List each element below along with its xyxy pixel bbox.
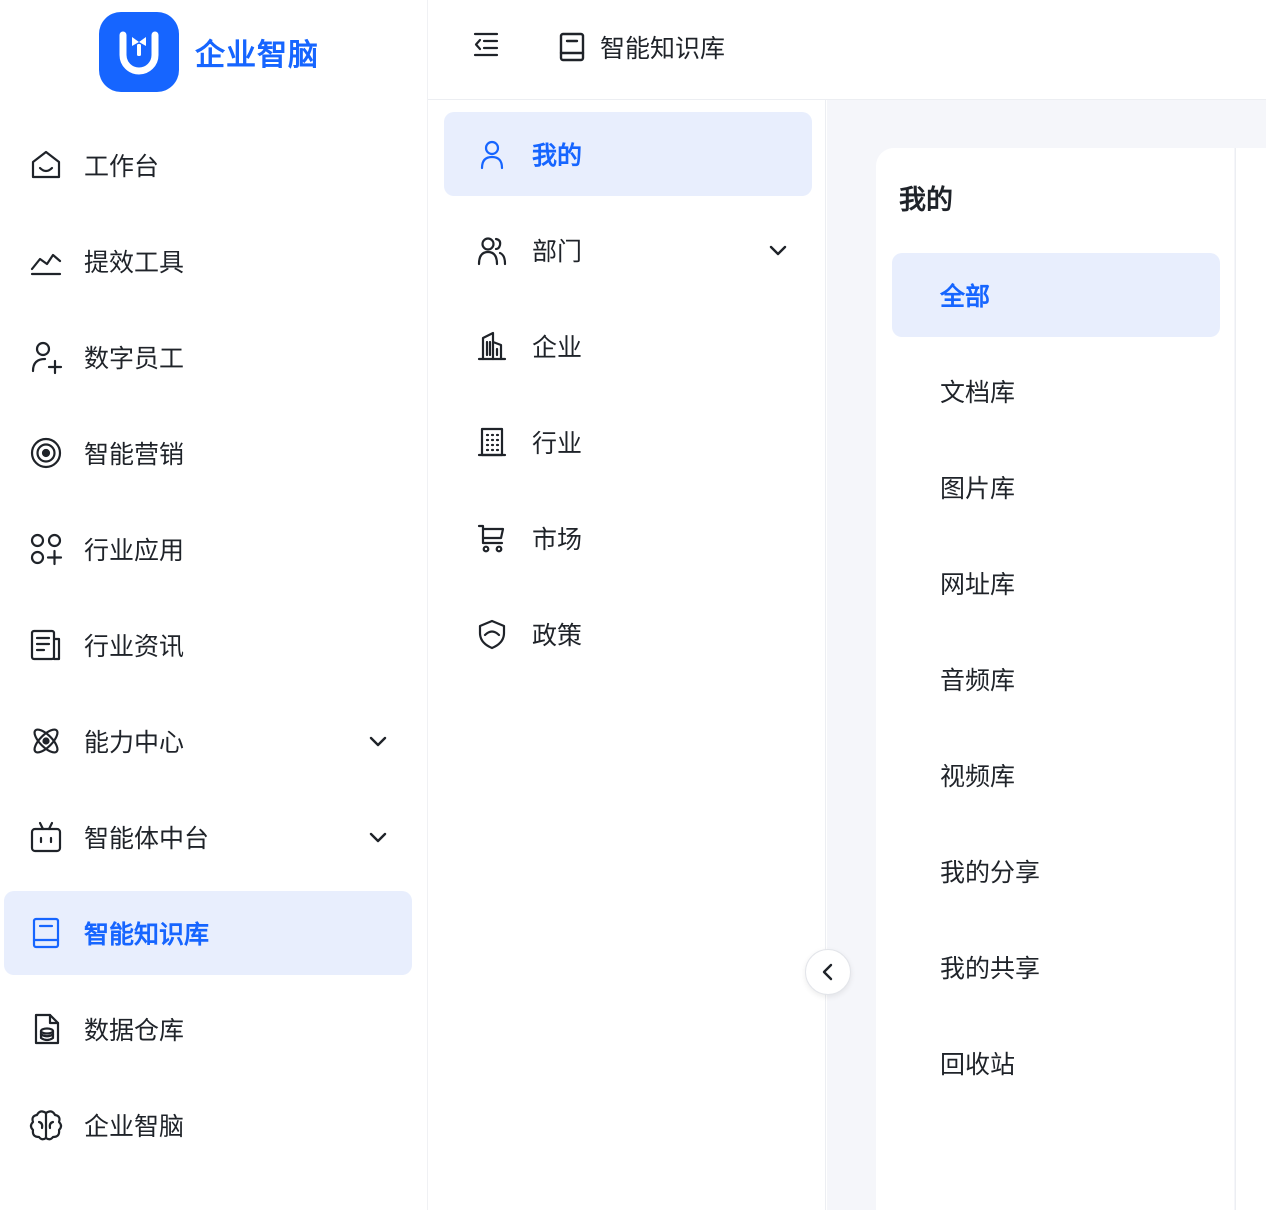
atom-icon xyxy=(28,723,64,759)
category-item-my-shares[interactable]: 我的分享 xyxy=(892,829,1220,913)
sidebar-nav: 工作台 提效工具 数字员工 智能营销 行业应用 行业资讯 能力中心 智能体中台 … xyxy=(4,123,412,1179)
menu-collapse-icon[interactable] xyxy=(470,28,502,60)
sidebar-item-capability-center[interactable]: 能力中心 xyxy=(4,699,412,783)
category-item-documents[interactable]: 文档库 xyxy=(892,349,1220,433)
content-area-edge xyxy=(1235,148,1266,1210)
sidebar-item-label: 能力中心 xyxy=(84,728,185,757)
page-title: 智能知识库 xyxy=(556,28,725,66)
brand-logo-icon xyxy=(99,12,179,92)
collapse-panel-button[interactable] xyxy=(805,949,851,995)
sidebar-item-label: 提效工具 xyxy=(84,248,185,277)
brain-icon xyxy=(28,1107,64,1143)
scope-item-label: 政策 xyxy=(532,621,583,650)
sidebar-item-industry-news[interactable]: 行业资讯 xyxy=(4,603,412,687)
category-list: 全部 文档库 图片库 网址库 音频库 视频库 我的分享 我的共享 回收站 xyxy=(892,253,1220,1117)
category-item-images[interactable]: 图片库 xyxy=(892,445,1220,529)
user-add-icon xyxy=(28,339,64,375)
sidebar-item-efficiency-tools[interactable]: 提效工具 xyxy=(4,219,412,303)
target-icon xyxy=(28,435,64,471)
chevron-down-icon[interactable] xyxy=(366,729,390,753)
sidebar-item-label: 智能体中台 xyxy=(84,824,210,853)
sidebar-item-label: 智能营销 xyxy=(84,440,185,469)
category-item-urls[interactable]: 网址库 xyxy=(892,541,1220,625)
panel-title: 我的 xyxy=(899,185,953,216)
scope-item-label: 行业 xyxy=(532,429,583,458)
category-panel: 我的 全部 文档库 图片库 网址库 音频库 视频库 我的分享 我的共享 回收站 xyxy=(876,148,1234,1210)
brand-name: 企业智脑 xyxy=(195,38,319,73)
category-item-shared-with-me[interactable]: 我的共享 xyxy=(892,925,1220,1009)
sidebar-item-label: 数据仓库 xyxy=(84,1016,185,1045)
scope-item-label: 我的 xyxy=(532,141,583,170)
chevron-left-icon xyxy=(822,963,833,981)
apps-icon xyxy=(28,531,64,567)
sidebar: 企业智脑 工作台 提效工具 数字员工 智能营销 行业应用 行业资讯 能力中心 智… xyxy=(0,0,428,1210)
sidebar-item-label: 行业应用 xyxy=(84,536,185,565)
scope-item-industry[interactable]: 行业 xyxy=(444,400,812,484)
sidebar-item-enterprise-brain[interactable]: 企业智脑 xyxy=(4,1083,412,1167)
scope-item-market[interactable]: 市场 xyxy=(444,496,812,580)
chevron-down-icon[interactable] xyxy=(766,238,790,262)
users-icon xyxy=(476,234,508,266)
trend-icon xyxy=(28,243,64,279)
sidebar-item-data-warehouse[interactable]: 数据仓库 xyxy=(4,987,412,1071)
sidebar-item-label: 工作台 xyxy=(84,152,160,181)
category-item-recycle-bin[interactable]: 回收站 xyxy=(892,1021,1220,1105)
sidebar-item-label: 智能知识库 xyxy=(84,920,210,949)
news-icon xyxy=(28,627,64,663)
book-icon xyxy=(559,32,585,62)
database-file-icon xyxy=(28,1011,64,1047)
sidebar-item-agent-platform[interactable]: 智能体中台 xyxy=(4,795,412,879)
sidebar-item-label: 数字员工 xyxy=(84,344,185,373)
app-root: 企业智脑 工作台 提效工具 数字员工 智能营销 行业应用 行业资讯 能力中心 智… xyxy=(0,0,1266,1210)
page-title-text: 智能知识库 xyxy=(600,34,726,63)
category-item-video[interactable]: 视频库 xyxy=(892,733,1220,817)
home-icon xyxy=(28,147,64,183)
scope-item-label: 部门 xyxy=(532,237,583,266)
sidebar-item-knowledge-base[interactable]: 智能知识库 xyxy=(4,891,412,975)
scope-item-department[interactable]: 部门 xyxy=(444,208,812,292)
user-icon xyxy=(476,138,508,170)
office-icon xyxy=(476,426,508,458)
scope-item-label: 企业 xyxy=(532,333,583,362)
chevron-down-icon[interactable] xyxy=(366,825,390,849)
sidebar-item-industry-apps[interactable]: 行业应用 xyxy=(4,507,412,591)
scope-item-enterprise[interactable]: 企业 xyxy=(444,304,812,388)
shield-icon xyxy=(476,618,508,650)
brand[interactable]: 企业智脑 xyxy=(99,12,319,92)
category-item-audio[interactable]: 音频库 xyxy=(892,637,1220,721)
scope-item-mine[interactable]: 我的 xyxy=(444,112,812,196)
building-icon xyxy=(476,330,508,362)
cart-icon xyxy=(476,522,508,554)
top-header: 智能知识库 xyxy=(428,0,1266,100)
sidebar-item-label: 企业智脑 xyxy=(84,1112,185,1141)
knowledge-scope-nav: 我的 部门 企业 行业 市场 政策 xyxy=(428,100,826,1210)
scope-item-policy[interactable]: 政策 xyxy=(444,592,812,676)
sidebar-item-digital-staff[interactable]: 数字员工 xyxy=(4,315,412,399)
sidebar-item-label: 行业资讯 xyxy=(84,632,185,661)
scope-item-label: 市场 xyxy=(532,525,583,554)
sidebar-item-smart-marketing[interactable]: 智能营销 xyxy=(4,411,412,495)
sidebar-item-workbench[interactable]: 工作台 xyxy=(4,123,412,207)
robot-icon xyxy=(28,819,64,855)
category-item-all[interactable]: 全部 xyxy=(892,253,1220,337)
main-content: 我的 全部 文档库 图片库 网址库 音频库 视频库 我的分享 我的共享 回收站 xyxy=(827,100,1266,1210)
book-icon xyxy=(28,915,64,951)
